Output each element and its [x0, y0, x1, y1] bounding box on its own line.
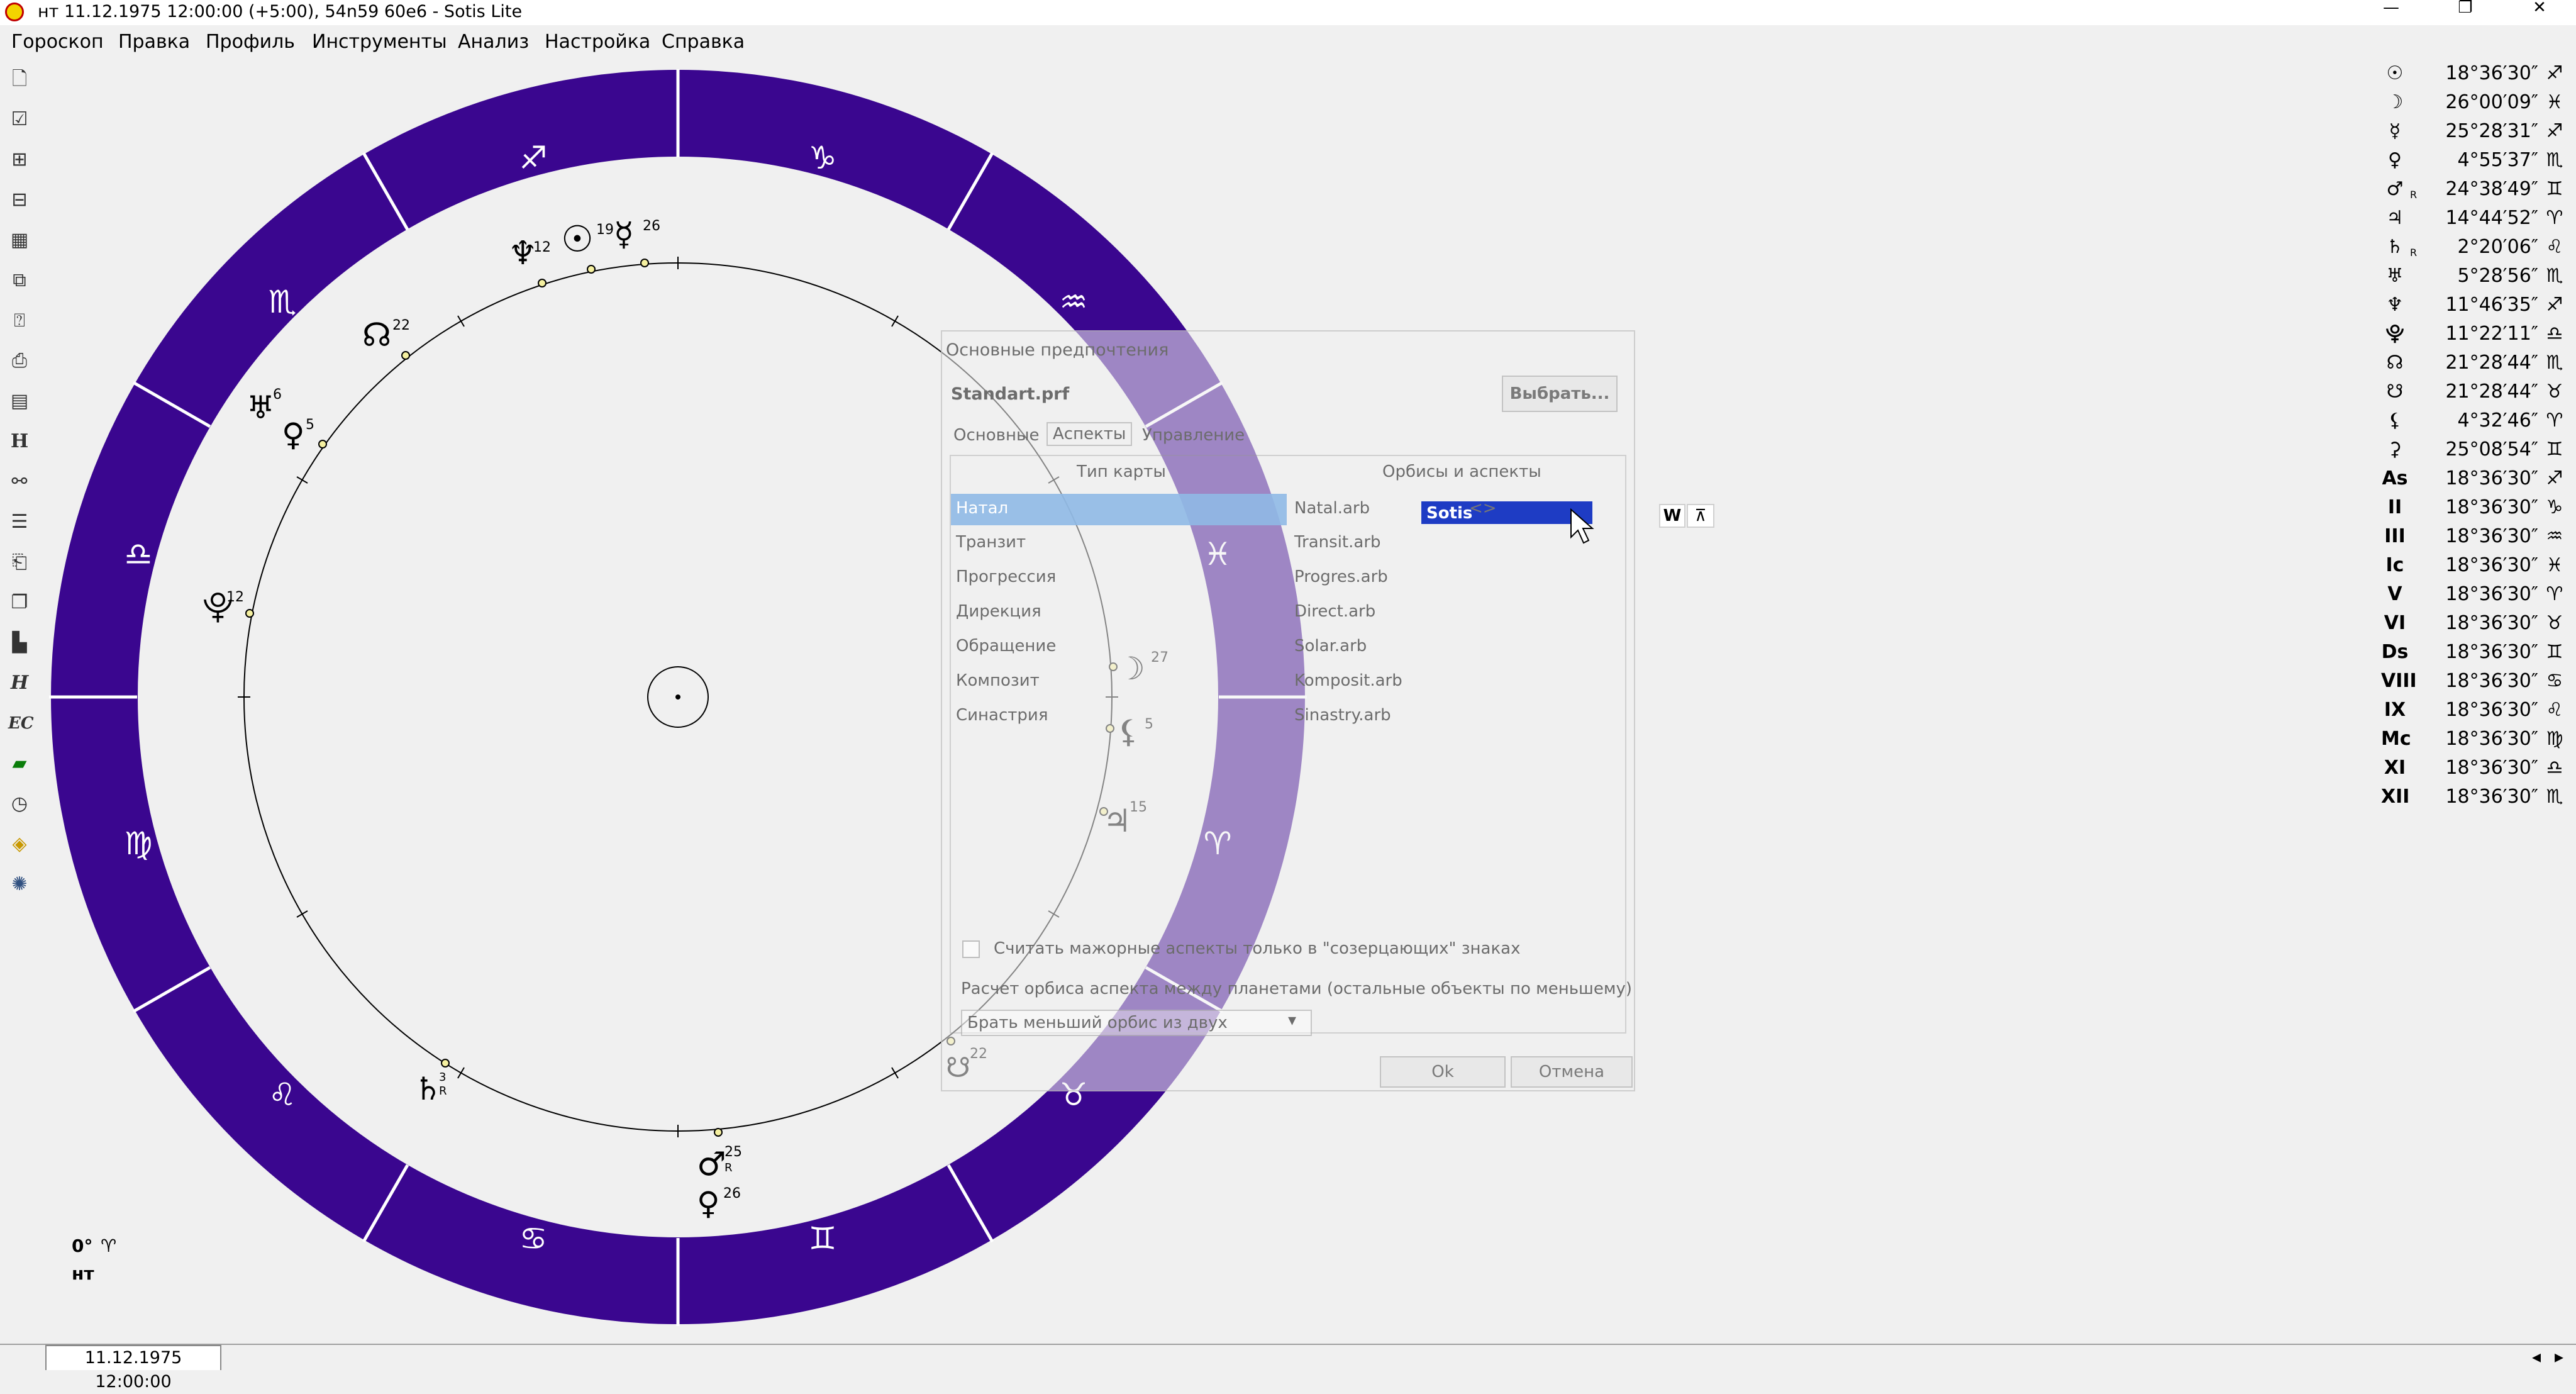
- north-node-glyph: ☊: [362, 316, 391, 354]
- row-solar-file[interactable]: Solar.arb: [1294, 637, 1367, 655]
- saturn-glyph: ♄: [414, 1071, 442, 1107]
- ok-button[interactable]: Ok: [1380, 1056, 1506, 1088]
- row-synastry-type[interactable]: Синастрия: [956, 706, 1048, 725]
- preferences-dialog: Основные предпочтения Standart.prf Выбра…: [941, 330, 1714, 1091]
- list-item: VI 18°36′30″ ♉: [2384, 612, 2563, 634]
- list-item: XI 18°36′30″ ♎: [2384, 757, 2563, 779]
- contemplative-checkbox[interactable]: [962, 940, 980, 958]
- list-item: V 18°36′30″ ♈: [2387, 583, 2563, 605]
- sign-sagittarius-label: ♐: [519, 140, 548, 176]
- sign-capricorn-label: ♑: [809, 140, 837, 176]
- list-item: ☽ 26°00′09″ ♓: [2386, 91, 2563, 113]
- sun-glyph: ☉: [561, 218, 594, 260]
- row-composite-file[interactable]: Komposit.arb: [1294, 671, 1402, 690]
- row-progression-type[interactable]: Прогрессия: [956, 567, 1056, 586]
- list-item: IX 18°36′30″ ♌: [2384, 699, 2563, 721]
- row-transit-file[interactable]: Transit.arb: [1294, 533, 1381, 552]
- list-item: ☿ 25°28′31″ ♐: [2389, 120, 2563, 142]
- list-item: VIII 18°36′30″ ♋: [2381, 670, 2563, 692]
- list-item: ☊ 21°28′44″ ♏: [2386, 352, 2563, 374]
- list-item: Ic 18°36′30″ ♓: [2385, 554, 2563, 576]
- tab-general[interactable]: Основные: [953, 426, 1040, 445]
- list-item: ♅ 5°28′56″ ♏: [2386, 265, 2563, 287]
- venus-glyph: ♀: [282, 416, 305, 453]
- list-item: ⚳ 25°08′54″ ♊: [2388, 438, 2563, 460]
- venus2-degree: 26: [723, 1186, 741, 1202]
- mars-degree: 25: [724, 1144, 742, 1160]
- row-direction-file[interactable]: Direct.arb: [1294, 602, 1375, 621]
- north-node-degree: 22: [392, 318, 410, 333]
- list-item: II 18°36′30″ ♑: [2387, 496, 2563, 518]
- scroll-right-icon[interactable]: ▸: [2555, 1346, 2563, 1367]
- orb-select-value[interactable]: Брать меньший орбис из двух: [967, 1013, 1228, 1032]
- tab-strip-divider: [0, 1344, 2576, 1345]
- list-item: Mc 18°36′30″ ♍: [2381, 728, 2563, 750]
- start-degree-label: 0°: [72, 1235, 92, 1256]
- col-orbs: Орбисы и аспекты: [1382, 462, 1541, 481]
- orb-calc-label: Расчет орбиса аспекта между планетами (о…: [961, 979, 1632, 998]
- w-button[interactable]: W: [1659, 504, 1685, 528]
- row-composite-type[interactable]: Композит: [956, 671, 1040, 690]
- list-item: ⚸ 4°32′46″ ♈: [2388, 410, 2563, 432]
- horoscope-tab[interactable]: 11.12.1975 12:00:00: [45, 1345, 221, 1391]
- list-item: As 18°36′30″ ♐: [2382, 467, 2563, 489]
- row-transit-type[interactable]: Транзит: [956, 533, 1026, 552]
- aspect-set-extra[interactable]: <>: [1469, 499, 1497, 518]
- chevron-down-icon[interactable]: ▾: [1288, 1011, 1296, 1030]
- cancel-button[interactable]: Отмена: [1511, 1056, 1633, 1088]
- profile-name: Standart.prf: [951, 384, 1070, 404]
- mercury-degree: 26: [643, 218, 660, 234]
- sign-scorpio-label: ♏: [269, 284, 297, 320]
- scroll-left-icon[interactable]: ◂: [2532, 1346, 2541, 1367]
- mars-retro: R: [724, 1161, 733, 1174]
- tab-control[interactable]: Управление: [1142, 426, 1245, 445]
- list-item: ♂ R 24°38′49″ ♊: [2386, 178, 2563, 201]
- neptune-degree: 12: [533, 240, 551, 255]
- row-natal-type[interactable]: Натал: [956, 499, 1008, 518]
- aspect-set-value[interactable]: Sotis: [1426, 504, 1472, 523]
- uranus-glyph: ♅: [247, 389, 275, 426]
- saturn-retro: R: [439, 1085, 447, 1098]
- dialog-title: Основные предпочтения: [946, 340, 1169, 360]
- mouse-cursor-icon: [1570, 508, 1594, 544]
- list-item: ♃ 14°44′52″ ♈: [2386, 207, 2563, 229]
- row-natal-file[interactable]: Natal.arb: [1294, 499, 1370, 518]
- pluto-degree: 12: [226, 589, 244, 605]
- sign-gemini-label: ♊: [809, 1220, 837, 1257]
- list-item: ☉ 18°36′30″ ♐: [2386, 62, 2563, 84]
- list-item: ⯓ 11°22′11″ ♎: [2385, 323, 2563, 345]
- list-item: ♆ 11°46′35″ ♐: [2386, 294, 2563, 316]
- sign-libra-label: ♎: [125, 536, 153, 572]
- list-item: ♀ 4°55′37″ ♏: [2388, 149, 2563, 171]
- venus2-glyph: ♀: [697, 1185, 720, 1222]
- chart-name-label: нт: [72, 1263, 94, 1284]
- uranus-degree: 6: [273, 387, 282, 403]
- list-item: Ds 18°36′30″ ♊: [2381, 641, 2563, 663]
- contemplative-label: Считать мажорные аспекты только в "созер…: [994, 939, 1521, 958]
- list-item: III 18°36′30″ ♒: [2384, 525, 2563, 547]
- sign-cancer-label: ♋: [519, 1220, 548, 1257]
- mars-glyph: ♂: [697, 1146, 726, 1183]
- row-solar-type[interactable]: Обращение: [956, 637, 1056, 655]
- start-sign-label: ♈: [101, 1235, 116, 1256]
- mercury-glyph: ☿: [614, 216, 634, 254]
- sign-virgo-label: ♍: [125, 825, 153, 862]
- list-item: XII 18°36′30″ ♏: [2381, 786, 2563, 808]
- row-direction-type[interactable]: Дирекция: [956, 602, 1041, 621]
- filter-icon[interactable]: ⊼: [1687, 504, 1714, 528]
- col-chart-type: Тип карты: [1077, 462, 1166, 481]
- sun-degree: 19: [596, 222, 614, 238]
- row-progression-file[interactable]: Progres.arb: [1294, 567, 1388, 586]
- saturn-degree: 3: [439, 1071, 446, 1084]
- list-item: ☋ 21°28′44″ ♉: [2386, 381, 2563, 403]
- venus-degree: 5: [306, 417, 314, 433]
- tab-aspects[interactable]: Аспекты: [1046, 422, 1133, 446]
- choose-button[interactable]: Выбрать...: [1502, 376, 1618, 412]
- sign-leo-label: ♌: [269, 1076, 297, 1113]
- list-item: ♄ R 2°20′06″ ♌: [2386, 236, 2563, 259]
- row-synastry-file[interactable]: Sinastry.arb: [1294, 706, 1391, 725]
